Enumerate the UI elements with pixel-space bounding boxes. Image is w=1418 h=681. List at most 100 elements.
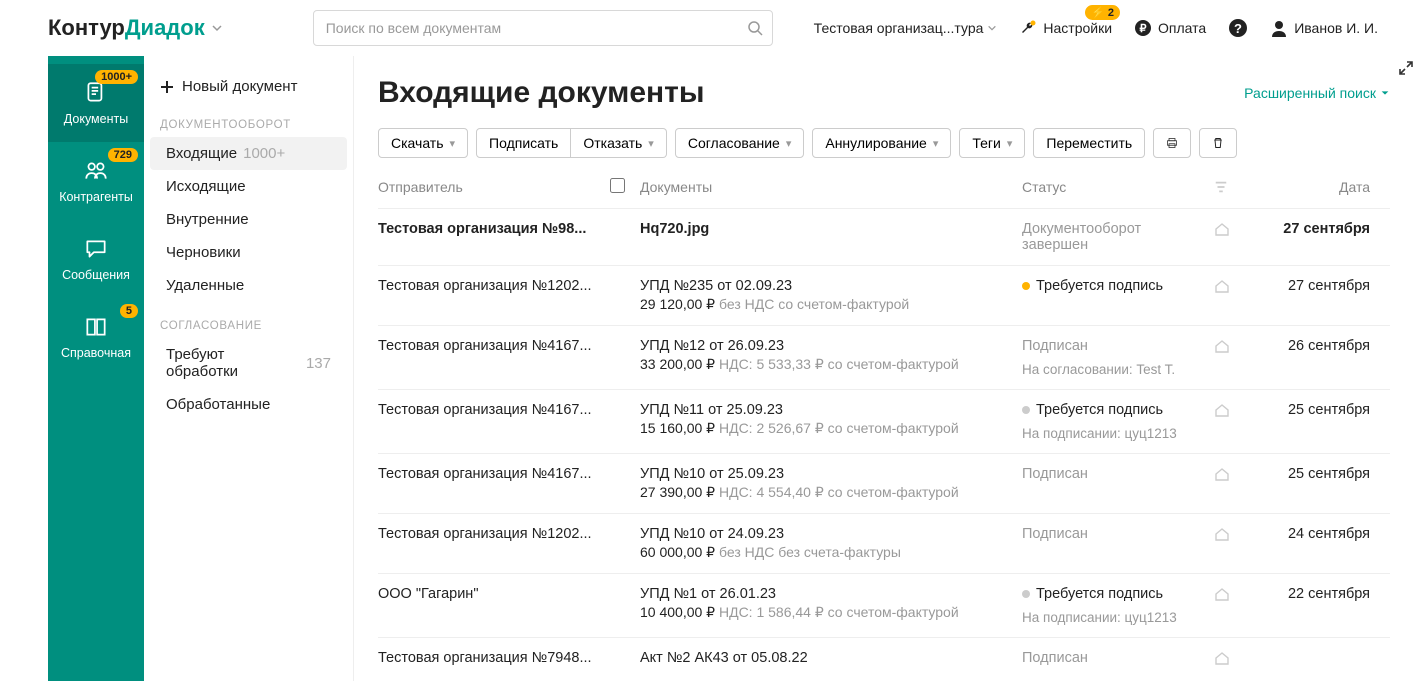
group-title-docflow: ДОКУМЕНТООБОРОТ [144,113,353,137]
chevron-down-icon[interactable] [211,22,223,34]
row-sender: Тестовая организация №98... [378,221,598,237]
group-title-approval: СОГЛАСОВАНИЕ [144,314,353,338]
row-document: УПД №12 от 26.09.2333 200,00 ₽ НДС: 5 53… [640,338,1010,373]
home-icon [1214,526,1238,542]
home-icon [1214,586,1238,602]
payment-link[interactable]: ₽ Оплата [1134,19,1206,37]
user-menu[interactable]: Иванов И. И. [1270,19,1378,37]
settings-badge: ⚡ 2 [1085,5,1120,20]
submenu-deleted[interactable]: Удаленные [150,269,347,302]
table-row[interactable]: Тестовая организация №4167... УПД №12 от … [378,325,1390,389]
table-row[interactable]: Тестовая организация №4167... УПД №11 от … [378,389,1390,453]
rail-contr-badge: 729 [108,148,138,162]
table-header: Отправитель Документы Статус Дата [378,172,1390,208]
sign-button[interactable]: Подписать [476,128,571,158]
expand-icon[interactable] [1398,60,1414,76]
row-sender: Тестовая организация №7948... [378,650,598,666]
settings-link[interactable]: Настройки ⚡ 2 [1019,19,1112,37]
table-row[interactable]: ООО "Гагарин"УПД №1 от 26.01.2310 400,00… [378,573,1390,637]
plus-icon [160,80,174,94]
row-sender: Тестовая организация №1202... [378,526,598,542]
table-row[interactable]: Тестовая организация №7948... Акт №2 АК43… [378,637,1390,681]
page-title: Входящие документы [378,76,704,110]
row-status: Требуется подпись [1022,278,1202,294]
ruble-icon: ₽ [1134,19,1152,37]
toolbar: Скачать▾ Подписать Отказать▾ Согласовани… [378,128,1390,158]
row-document: УПД №10 от 24.09.2360 000,00 ₽ без НДС б… [640,526,1010,561]
row-document: УПД №235 от 02.09.2329 120,00 ₽ без НДС … [640,278,1010,313]
row-date: 25 сентября [1250,402,1370,418]
search-input[interactable] [313,10,773,46]
row-status: Требуется подписьНа подписании: цуц1213 [1022,402,1202,441]
row-status: Подписан [1022,466,1202,482]
row-sender: ООО "Гагарин" [378,586,598,602]
print-icon [1166,135,1178,151]
download-button[interactable]: Скачать▾ [378,128,468,158]
search-icon[interactable] [747,20,763,36]
row-sender: Тестовая организация №4167... [378,466,598,482]
advanced-search-link[interactable]: Расширенный поиск [1244,85,1390,101]
print-button[interactable] [1153,128,1191,158]
submenu-processed[interactable]: Обработанные [150,388,347,421]
help-link[interactable]: ? [1228,18,1248,38]
table-row[interactable]: Тестовая организация №1202... УПД №10 от … [378,513,1390,573]
row-document: Hq720.jpg [640,221,1010,237]
rail-documents-badge: 1000+ [95,70,138,84]
row-sender: Тестовая организация №4167... [378,402,598,418]
th-sender: Отправитель [378,179,598,195]
home-icon [1214,338,1238,354]
logo[interactable]: КонтурДиадок [48,15,223,41]
home-icon [1214,466,1238,482]
row-status: Требуется подписьНа подписании: цуц1213 [1022,586,1202,625]
row-date: 25 сентября [1250,466,1370,482]
submenu-need-processing[interactable]: Требуют обработки137 [150,338,347,388]
home-icon [1214,402,1238,418]
row-date: 22 сентября [1250,586,1370,602]
status-dot [1022,282,1030,290]
org-selector[interactable]: Тестовая организац...тура [814,20,998,36]
row-document: УПД №11 от 25.09.2315 160,00 ₽ НДС: 2 52… [640,402,1010,437]
table-row[interactable]: Тестовая организация №4167... УПД №10 от … [378,453,1390,513]
table-row[interactable]: Тестовая организация №98... Hq720.jpg Доку… [378,208,1390,265]
table-row[interactable]: Тестовая организация №1202... УПД №235 от… [378,265,1390,325]
user-icon [1270,19,1288,37]
filter-icon[interactable] [1214,180,1238,194]
row-document: УПД №10 от 25.09.2327 390,00 ₽ НДС: 4 55… [640,466,1010,501]
th-documents: Документы [640,179,1010,195]
delete-button[interactable] [1199,128,1237,158]
row-date: 26 сентября [1250,338,1370,354]
new-document-button[interactable]: Новый документ [144,72,353,113]
submenu: Новый документ ДОКУМЕНТООБОРОТ Входящие1… [144,56,354,681]
svg-text:₽: ₽ [1140,23,1147,35]
triangle-down-icon [1380,88,1390,98]
submenu-inbox[interactable]: Входящие1000+ [150,137,347,170]
row-status: Документооборот завершен [1022,221,1202,253]
row-date: 27 сентября [1250,221,1370,237]
rail-messages[interactable]: Сообщения [48,220,144,298]
rail-reference[interactable]: 5 Справочная [48,298,144,376]
reject-button[interactable]: Отказать▾ [571,128,667,158]
select-all-checkbox[interactable] [610,178,625,193]
wrench-icon [1019,19,1037,37]
row-sender: Тестовая организация №4167... [378,338,598,354]
row-date: 27 сентября [1250,278,1370,294]
submenu-drafts[interactable]: Черновики [150,236,347,269]
tags-button[interactable]: Теги▾ [959,128,1025,158]
approve-button[interactable]: Согласование▾ [675,128,805,158]
status-sub: На подписании: цуц1213 [1022,426,1202,441]
status-sub: На согласовании: Test T. [1022,362,1202,377]
submenu-outgoing[interactable]: Исходящие [150,170,347,203]
rail-counterparties[interactable]: 729 Контрагенты [48,142,144,220]
trash-icon [1212,135,1224,151]
move-button[interactable]: Переместить [1033,128,1145,158]
th-date: Дата [1250,179,1370,195]
status-dot [1022,406,1030,414]
row-sender: Тестовая организация №1202... [378,278,598,294]
row-status: Подписан [1022,526,1202,542]
home-icon [1214,221,1238,237]
row-document: Акт №2 АК43 от 05.08.22 [640,650,1010,666]
submenu-internal[interactable]: Внутренние [150,203,347,236]
people-icon [83,158,109,184]
annul-button[interactable]: Аннулирование▾ [812,128,951,158]
rail-documents[interactable]: 1000+ Документы [48,64,144,142]
